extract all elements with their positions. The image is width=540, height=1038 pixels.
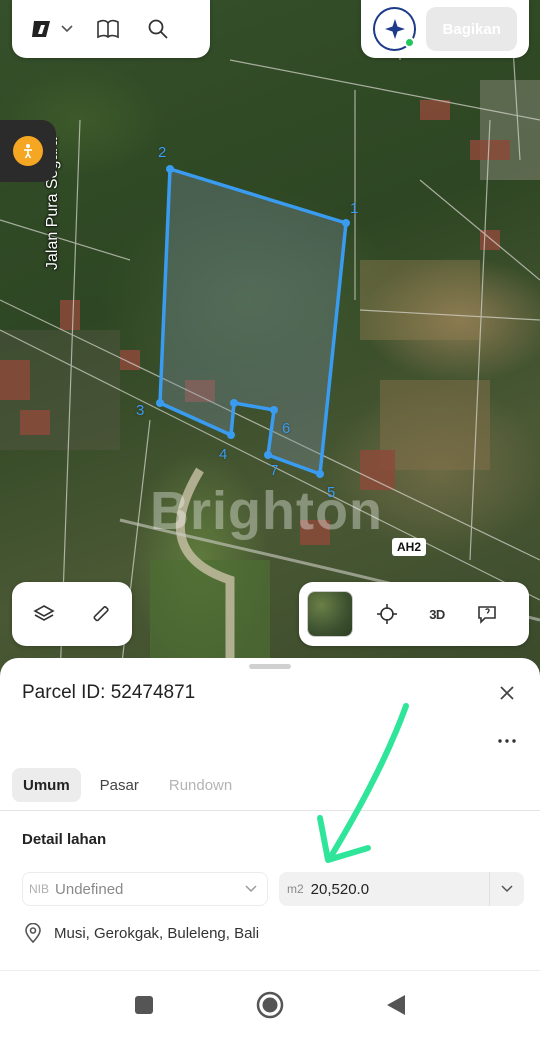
parcel-point-label: 6: [282, 420, 291, 437]
nib-select[interactable]: NIB Undefined: [22, 872, 268, 906]
nav-home-icon[interactable]: [255, 990, 285, 1020]
parcel-point-label: 2: [158, 144, 167, 161]
parcel-detail-sheet: Parcel ID: 52474871 Umum Pasar Rundown D…: [0, 658, 540, 970]
tab-rundown[interactable]: Rundown: [158, 768, 243, 802]
parcel-point-label: 4: [219, 446, 228, 463]
top-left-toolbar: [12, 0, 210, 58]
nib-prefix: NIB: [29, 882, 50, 896]
area-unit-prefix: m2: [287, 882, 304, 896]
section-title: Detail lahan: [22, 831, 107, 848]
chevron-down-icon[interactable]: [60, 13, 74, 45]
satellite-map[interactable]: 1 2 3 4 5 6 7 Jalan Pura Segara Brighton…: [0, 0, 540, 680]
map-overlay: [0, 0, 540, 680]
street-view-person-icon: [13, 136, 43, 166]
system-nav-bar: [0, 970, 540, 1038]
location-text: Musi, Gerokgak, Buleleng, Bali: [54, 924, 260, 942]
area-value: 20,520.0: [310, 880, 370, 898]
parcel-point-label: 7: [270, 462, 279, 479]
share-button[interactable]: Bagikan: [426, 7, 517, 51]
top-right-toolbar: Bagikan: [361, 0, 529, 58]
street-view-tab[interactable]: [0, 120, 56, 182]
map-tools-left: [12, 582, 132, 646]
map-tools-right: 3D: [299, 582, 529, 646]
parcel-point-label: 1: [350, 200, 359, 217]
layers-icon[interactable]: [28, 598, 60, 630]
tab-umum[interactable]: Umum: [12, 768, 81, 802]
ai-sparkle-icon: [384, 19, 405, 39]
road-badge: AH2: [392, 538, 427, 556]
book-map-icon[interactable]: [92, 13, 124, 45]
nib-value: Undefined: [55, 880, 124, 898]
basemap-thumbnail[interactable]: [307, 591, 353, 637]
crosshair-locate-icon[interactable]: [371, 598, 403, 630]
chevron-down-icon: [245, 885, 257, 893]
ai-assistant-button[interactable]: [373, 7, 417, 51]
sheet-grabber[interactable]: [249, 664, 291, 669]
brand-logo-icon[interactable]: [30, 13, 54, 45]
location-pin-icon: [25, 923, 41, 943]
location-row: Musi, Gerokgak, Buleleng, Bali: [24, 923, 259, 943]
nav-back-icon[interactable]: [381, 990, 411, 1020]
parcel-id-title: Parcel ID: 52474871: [22, 682, 196, 703]
search-icon[interactable]: [142, 13, 174, 45]
measure-ruler-icon[interactable]: [84, 598, 116, 630]
close-icon[interactable]: [494, 680, 520, 706]
nav-recents-icon[interactable]: [129, 990, 159, 1020]
view-3d-label: 3D: [429, 606, 445, 622]
tabs-divider: [0, 810, 540, 811]
watermark: Brighton: [150, 481, 383, 541]
online-status-dot: [404, 37, 416, 48]
view-3d-button[interactable]: 3D: [421, 598, 453, 630]
parcel-point-label: 3: [136, 402, 145, 419]
chevron-down-icon: [501, 885, 513, 893]
tab-pasar[interactable]: Pasar: [89, 768, 150, 802]
chat-feedback-icon[interactable]: [471, 598, 503, 630]
more-dots-icon[interactable]: [494, 728, 520, 754]
detail-tabs: Umum Pasar Rundown: [12, 768, 243, 802]
area-unit-dropdown[interactable]: [489, 872, 524, 906]
annotation-arrow: [317, 703, 409, 863]
area-field[interactable]: m2 20,520.0: [279, 872, 524, 906]
